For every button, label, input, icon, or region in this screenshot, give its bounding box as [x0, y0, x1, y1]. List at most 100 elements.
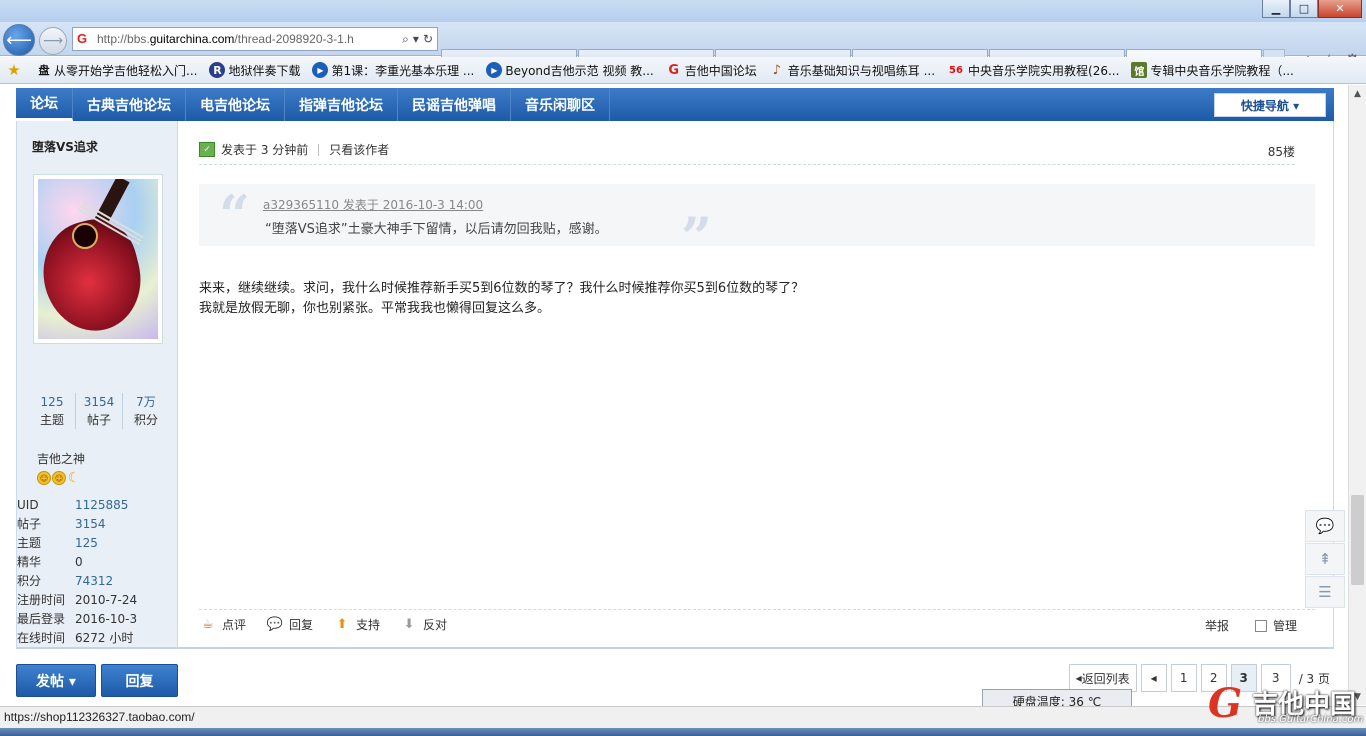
profile-value[interactable]: 1125885 [75, 496, 128, 515]
favorite-link[interactable]: R 地狱伴奏下载 [209, 62, 300, 79]
profile-row: 最后登录 2016-10-3 [17, 610, 178, 629]
profile-key: 精华 [17, 555, 42, 569]
taskbar [0, 728, 1366, 736]
guitar-avatar-image [38, 179, 158, 339]
user-stat[interactable]: 3154 帖子 [76, 393, 123, 429]
oppose-button[interactable]: ⬇ 反对 [400, 616, 447, 633]
favorites-button[interactable]: ★ [6, 61, 25, 79]
quick-nav-button[interactable]: 快捷导航 ▾ [1214, 93, 1326, 117]
chat-bubble-icon: 💬 [1315, 517, 1335, 535]
music-icon: ♪ [772, 62, 781, 78]
back-to-list-button[interactable]: ◂ 返回列表 [1068, 664, 1137, 692]
user-stat[interactable]: 125 主题 [29, 393, 76, 429]
minimize-button[interactable]: ▁ [1262, 0, 1290, 18]
favorite-label: 音乐基础知识与视唱练耳 ... [787, 63, 936, 78]
quick-reply-button[interactable]: 💬 [1305, 510, 1345, 542]
back-button[interactable]: ⟵ [3, 24, 35, 56]
favorite-link[interactable]: G 吉他中国论坛 [666, 62, 756, 79]
sun-rank-icon: ☺ [37, 471, 51, 485]
profile-value: 2016-10-3 [75, 612, 138, 626]
only-author-link[interactable]: 只看该作者 [329, 141, 389, 158]
browser-navbar: ⟵ ⟶ G http://bbs.guitarchina.com/thread-… [0, 22, 1366, 78]
dropdown-icon[interactable]: ▾ [413, 32, 419, 47]
forum-nav-item[interactable]: 民谣吉他弹唱 [398, 88, 511, 121]
window-titlebar: ▁ □ ✕ [0, 0, 1366, 22]
close-window-button[interactable]: ✕ [1318, 0, 1362, 18]
manage-checkbox[interactable] [1254, 619, 1267, 632]
status-url: https://shop112326327.taobao.com/ [4, 710, 195, 724]
profile-row: 注册时间 2010-7-24 [17, 591, 178, 610]
watermark-url: bbs.GuitarChina.com [1258, 714, 1364, 725]
address-url[interactable]: http://bbs.guitarchina.com/thread-209892… [97, 32, 402, 46]
favorite-link[interactable]: ▶ 第1课：李重光基本乐理 ... [312, 62, 474, 79]
quote-close-icon: ” [681, 205, 713, 269]
reply-label: 回复 [289, 618, 314, 632]
reply-thread-button[interactable]: 回复 [101, 664, 178, 697]
site-watermark: G 吉他中国 bbs.GuitarChina.com [1208, 684, 1364, 728]
bottom-bar: 发帖 ▾ 回复 ◂ 返回列表 ◂ 1 2 3 3 / 3 页 [16, 664, 1334, 698]
quote-author-link[interactable]: a329365110 发表于 2016-10-3 14:00 [263, 196, 483, 213]
window-controls: ▁ □ ✕ [1262, 0, 1362, 18]
back-arrow-icon: ⟵ [6, 29, 32, 51]
favorite-link[interactable]: ♪ 音乐基础知识与视唱练耳 ... [769, 62, 935, 79]
quote-text: “堕落VS追求”土豪大神手下留情，以后请勿回我贴，感谢。 [265, 222, 608, 237]
post-body-line: 我就是放假无聊，你也别紧张。平常我我也懒得回复这么多。 [199, 301, 551, 316]
user-stat[interactable]: 7万 积分 [123, 393, 169, 429]
down-arrow-icon: ⬇ [403, 617, 415, 632]
prev-page-button[interactable]: ◂ [1140, 664, 1167, 692]
forum-nav-item[interactable]: 古典吉他论坛 [73, 88, 186, 121]
favorite-link[interactable]: 馆专辑中央音乐学院教程（... [1131, 62, 1294, 79]
favorites-bar: ★ 盘从零开始学吉他轻松入门... R 地狱伴奏下载 ▶ 第1课：李重光基本乐理 ...… [0, 57, 1366, 84]
reply-button[interactable]: 💬 回复 [266, 616, 313, 633]
profile-value[interactable]: 3154 [75, 515, 106, 534]
support-button[interactable]: ⬆ 支持 [333, 616, 380, 633]
floor-number[interactable]: 85楼 [1268, 143, 1295, 160]
report-link[interactable]: 举报 [1205, 617, 1229, 634]
profile-row: 精华 0 [17, 553, 178, 572]
url-domain: guitarchina.com [149, 32, 235, 46]
comment-button[interactable]: ☕ 点评 [199, 616, 246, 633]
vertical-scrollbar[interactable]: ▲ ▼ [1348, 85, 1366, 705]
user-stats: 125 主题 3154 帖子 7万 积分 [29, 393, 169, 429]
profile-row: 在线时间 6272 小时 [17, 629, 178, 648]
sun-rank-icon: ☺ [52, 471, 66, 485]
forward-arrow-icon: ⟶ [42, 33, 64, 49]
favorite-link[interactable]: ▶ Beyond吉他示范 视频 教... [486, 62, 654, 79]
scrollbar-thumb[interactable] [1351, 495, 1364, 585]
favorite-link[interactable]: 盘从零开始学吉他轻松入门... [37, 62, 198, 79]
forum-nav-item[interactable]: 电吉他论坛 [186, 88, 285, 121]
guitarchina-logo-icon: G [1208, 680, 1243, 727]
maximize-button[interactable]: □ [1290, 0, 1318, 18]
forum-nav-item[interactable]: 论坛 [16, 88, 73, 121]
user-panel: 堕落VS追求 125 主题 3154 帖子 7万 积分 吉他之神 ☺ ☺ ☾ UID 112… [17, 121, 178, 647]
refresh-icon[interactable]: ↻ [423, 32, 433, 47]
return-list-button[interactable]: ☰ [1305, 576, 1345, 608]
favorite-link[interactable]: 56 中央音乐学院实用教程(26... [947, 62, 1119, 79]
url-prefix: http://bbs. [97, 32, 150, 46]
back-to-top-button[interactable]: ⇞ [1305, 543, 1345, 575]
forum-nav-item[interactable]: 指弹吉他论坛 [285, 88, 398, 121]
author-name[interactable]: 堕落VS追求 [32, 138, 98, 155]
url-suffix: /thread-2098920-3-1.h [234, 32, 354, 46]
play-icon: ▶ [312, 62, 329, 78]
forum-nav: 论坛 古典吉他论坛 电吉他论坛 指弹吉他论坛 民谣吉他弹唱 音乐闲聊区 快捷导航 ▾ [16, 88, 1334, 121]
profile-value[interactable]: 125 [75, 534, 98, 553]
address-bar[interactable]: G http://bbs.guitarchina.com/thread-2098… [72, 27, 438, 51]
profile-value: 0 [75, 555, 83, 569]
stat-label: 主题 [39, 413, 64, 427]
divider [318, 143, 320, 156]
play-icon: ▶ [486, 62, 503, 78]
post-body-line: 来来，继续继续。求问，我什么时候推荐新手买5到6位数的琴了？我什么时候推荐你买5… [199, 281, 805, 296]
forward-button[interactable]: ⟶ [39, 27, 67, 55]
page-link-1[interactable]: 1 [1170, 664, 1197, 692]
search-icon[interactable]: ⌕ [402, 32, 409, 47]
new-post-button[interactable]: 发帖 ▾ [16, 664, 96, 697]
profile-key: 最后登录 [17, 612, 66, 626]
forum-nav-item[interactable]: 音乐闲聊区 [511, 88, 610, 121]
post-time: 发表于 3 分钟前 [221, 143, 309, 157]
avatar[interactable] [33, 174, 163, 344]
scroll-up-icon[interactable]: ▲ [1349, 85, 1366, 102]
comment-icon: ☕ [202, 617, 214, 632]
favorites-star-icon: ★ [7, 61, 21, 79]
profile-value[interactable]: 74312 [75, 572, 113, 591]
